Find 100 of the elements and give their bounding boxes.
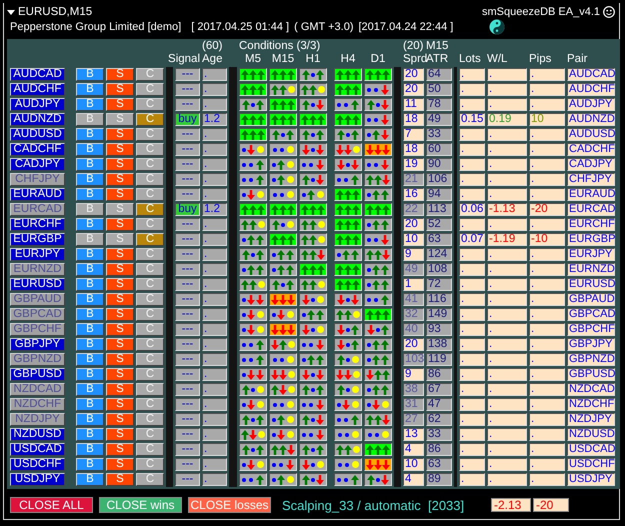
buy-button[interactable]: B <box>76 143 104 156</box>
buy-button[interactable]: B <box>76 233 104 246</box>
buy-button[interactable]: B <box>76 113 104 126</box>
buy-button[interactable]: B <box>76 473 104 486</box>
close-button[interactable]: C <box>136 233 164 246</box>
sell-button[interactable]: S <box>106 398 134 411</box>
pair-button[interactable]: NZDCHF <box>10 398 65 411</box>
close-positions-button[interactable]: CLOSE losses <box>188 497 271 513</box>
buy-button[interactable]: B <box>76 368 104 381</box>
sell-button[interactable]: S <box>106 458 134 471</box>
buy-button[interactable]: B <box>76 188 104 201</box>
sell-button[interactable]: S <box>106 428 134 441</box>
pair-button[interactable]: USDJPY <box>10 473 65 486</box>
buy-button[interactable]: B <box>76 338 104 351</box>
close-button[interactable]: C <box>136 383 164 396</box>
pair-button[interactable]: CADCHF <box>10 143 65 156</box>
close-button[interactable]: C <box>136 443 164 456</box>
buy-button[interactable]: B <box>76 413 104 426</box>
buy-button[interactable]: B <box>76 293 104 306</box>
sell-button[interactable]: S <box>106 413 134 426</box>
pair-button[interactable]: EURAUD <box>10 188 65 201</box>
sell-button[interactable]: S <box>106 143 134 156</box>
buy-button[interactable]: B <box>76 68 104 81</box>
pair-button[interactable]: NZDJPY <box>10 413 65 426</box>
close-button[interactable]: C <box>136 398 164 411</box>
pair-button[interactable]: NZDCAD <box>10 383 65 396</box>
sell-button[interactable]: S <box>106 383 134 396</box>
close-button[interactable]: C <box>136 458 164 471</box>
close-button[interactable]: C <box>136 218 164 231</box>
close-button[interactable]: C <box>136 248 164 261</box>
pair-button[interactable]: EURUSD <box>10 278 65 291</box>
sell-button[interactable]: S <box>106 278 134 291</box>
close-button[interactable]: C <box>136 473 164 486</box>
buy-button[interactable]: B <box>76 428 104 441</box>
buy-button[interactable]: B <box>76 443 104 456</box>
buy-button[interactable]: B <box>76 398 104 411</box>
close-button[interactable]: C <box>136 308 164 321</box>
sell-button[interactable]: S <box>106 218 134 231</box>
close-button[interactable]: C <box>136 368 164 381</box>
sell-button[interactable]: S <box>106 308 134 321</box>
sell-button[interactable]: S <box>106 233 134 246</box>
sell-button[interactable]: S <box>106 263 134 276</box>
sell-button[interactable]: S <box>106 113 134 126</box>
sell-button[interactable]: S <box>106 368 134 381</box>
pair-button[interactable]: AUDNZD <box>10 113 65 126</box>
buy-button[interactable]: B <box>76 353 104 366</box>
buy-button[interactable]: B <box>76 83 104 96</box>
close-button[interactable]: C <box>136 68 164 81</box>
pair-button[interactable]: CHFJPY <box>10 173 65 186</box>
pair-button[interactable]: GBPAUD <box>10 293 65 306</box>
buy-button[interactable]: B <box>76 218 104 231</box>
sell-button[interactable]: S <box>106 323 134 336</box>
sell-button[interactable]: S <box>106 248 134 261</box>
close-positions-button[interactable]: CLOSE wins <box>99 497 182 513</box>
close-button[interactable]: C <box>136 263 164 276</box>
sell-button[interactable]: S <box>106 188 134 201</box>
sell-button[interactable]: S <box>106 473 134 486</box>
pair-button[interactable]: GBPCAD <box>10 308 65 321</box>
sell-button[interactable]: S <box>106 443 134 456</box>
pair-button[interactable]: EURCAD <box>10 203 65 216</box>
buy-button[interactable]: B <box>76 248 104 261</box>
sell-button[interactable]: S <box>106 293 134 306</box>
buy-button[interactable]: B <box>76 203 104 216</box>
close-button[interactable]: C <box>136 83 164 96</box>
pair-button[interactable]: AUDJPY <box>10 98 65 111</box>
buy-button[interactable]: B <box>76 128 104 141</box>
sell-button[interactable]: S <box>106 68 134 81</box>
pair-button[interactable]: AUDCHF <box>10 83 65 96</box>
pair-button[interactable]: USDCHF <box>10 458 65 471</box>
pair-button[interactable]: CADJPY <box>10 158 65 171</box>
pair-button[interactable]: USDCAD <box>10 443 65 456</box>
close-button[interactable]: C <box>136 143 164 156</box>
pair-button[interactable]: GBPJPY <box>10 338 65 351</box>
buy-button[interactable]: B <box>76 383 104 396</box>
buy-button[interactable]: B <box>76 308 104 321</box>
close-button[interactable]: C <box>136 428 164 441</box>
pair-button[interactable]: EURNZD <box>10 263 65 276</box>
close-button[interactable]: C <box>136 173 164 186</box>
sell-button[interactable]: S <box>106 353 134 366</box>
close-button[interactable]: C <box>136 413 164 426</box>
sell-button[interactable]: S <box>106 128 134 141</box>
sell-button[interactable]: S <box>106 338 134 351</box>
close-button[interactable]: C <box>136 293 164 306</box>
buy-button[interactable]: B <box>76 323 104 336</box>
close-button[interactable]: C <box>136 113 164 126</box>
close-button[interactable]: C <box>136 338 164 351</box>
pair-button[interactable]: NZDUSD <box>10 428 65 441</box>
pair-button[interactable]: AUDUSD <box>10 128 65 141</box>
close-button[interactable]: C <box>136 128 164 141</box>
sell-button[interactable]: S <box>106 203 134 216</box>
buy-button[interactable]: B <box>76 98 104 111</box>
buy-button[interactable]: B <box>76 158 104 171</box>
pair-button[interactable]: GBPNZD <box>10 353 65 366</box>
pair-button[interactable]: EURGBP <box>10 233 65 246</box>
sell-button[interactable]: S <box>106 83 134 96</box>
pair-button[interactable]: GBPCHF <box>10 323 65 336</box>
sell-button[interactable]: S <box>106 158 134 171</box>
sell-button[interactable]: S <box>106 98 134 111</box>
close-button[interactable]: C <box>136 323 164 336</box>
pair-button[interactable]: GBPUSD <box>10 368 65 381</box>
